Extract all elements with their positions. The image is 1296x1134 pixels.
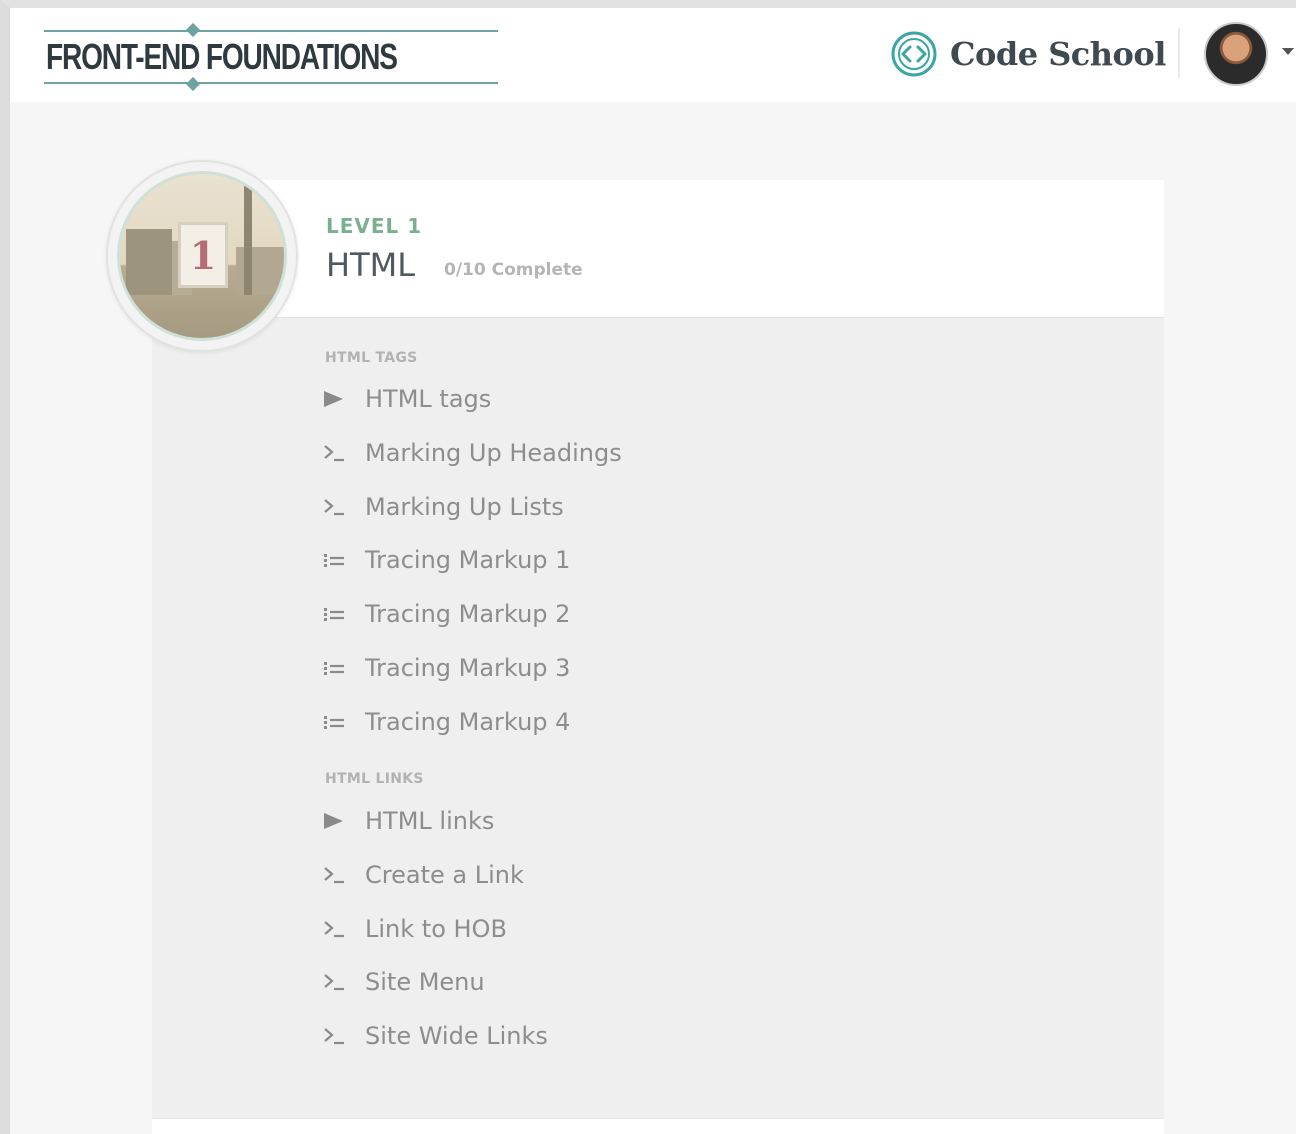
lesson-label: Create a Link <box>365 861 524 889</box>
level-badge-image: 1 <box>117 171 287 341</box>
lesson-item[interactable]: Create a Link <box>322 857 922 893</box>
code-school-logo-text: Code School <box>950 35 1166 73</box>
play-icon <box>322 806 352 836</box>
level-badge: 1 <box>106 160 298 352</box>
lesson-label: Tracing Markup 4 <box>365 708 571 736</box>
level-progress: 0/10 Complete <box>444 260 583 280</box>
lesson-item[interactable]: Site Menu <box>322 964 922 1000</box>
lesson-item[interactable]: Link to HOB <box>322 911 922 947</box>
lesson-label: Tracing Markup 1 <box>365 546 571 574</box>
code-school-logo[interactable]: Code School <box>890 30 1166 78</box>
logo-diamond-icon <box>185 22 201 38</box>
lesson-label: Tracing Markup 2 <box>365 600 571 628</box>
lesson-item[interactable]: Marking Up Headings <box>322 435 922 471</box>
lesson-item[interactable]: HTML links <box>322 803 922 839</box>
lesson-label: HTML tags <box>365 385 492 413</box>
lesson-item[interactable]: HTML tags <box>322 381 922 417</box>
lesson-label: Marking Up Headings <box>365 439 622 467</box>
course-logo-text: FRONT-END FOUNDATIONS <box>46 36 398 77</box>
terminal-icon <box>322 860 352 890</box>
lesson-label: Tracing Markup 3 <box>365 654 571 682</box>
course-logo[interactable]: FRONT-END FOUNDATIONS <box>44 22 498 92</box>
chevron-down-icon[interactable] <box>1282 48 1294 55</box>
section-title-html-links: HTML LINKS <box>325 771 424 787</box>
site-header: FRONT-END FOUNDATIONS Code School <box>10 8 1296 102</box>
lesson-item[interactable]: Tracing Markup 1 <box>322 542 922 578</box>
level-number: 1 <box>189 232 217 278</box>
logo-diamond-icon <box>185 76 201 92</box>
terminal-icon <box>322 1021 352 1051</box>
lesson-item[interactable]: Site Wide Links <box>322 1018 922 1054</box>
level-number-card: 1 <box>178 222 228 288</box>
level-title[interactable]: HTML <box>326 246 415 284</box>
list-icon <box>322 599 352 629</box>
level-label: LEVEL 1 <box>326 214 423 238</box>
lesson-item[interactable]: Tracing Markup 3 <box>322 650 922 686</box>
terminal-icon <box>322 492 352 522</box>
lesson-label: Link to HOB <box>365 915 507 943</box>
section-title-html-tags: HTML TAGS <box>325 350 418 366</box>
terminal-icon <box>322 914 352 944</box>
lesson-item[interactable]: Tracing Markup 4 <box>322 704 922 740</box>
terminal-icon <box>322 967 352 997</box>
lesson-label: Marking Up Lists <box>365 493 564 521</box>
user-avatar[interactable] <box>1204 22 1268 86</box>
code-school-icon <box>891 31 937 77</box>
lesson-label: Site Menu <box>365 968 485 996</box>
lesson-item[interactable]: Tracing Markup 2 <box>322 596 922 632</box>
level-header: LEVEL 1 HTML 0/10 Complete <box>152 180 1164 318</box>
list-icon <box>322 545 352 575</box>
lesson-item[interactable]: Marking Up Lists <box>322 489 922 525</box>
header-divider <box>1178 28 1180 78</box>
play-icon <box>322 384 352 414</box>
list-icon <box>322 707 352 737</box>
list-icon <box>322 653 352 683</box>
lesson-label: Site Wide Links <box>365 1022 548 1050</box>
next-level-card-edge <box>152 1118 1164 1134</box>
terminal-icon <box>322 438 352 468</box>
lesson-label: HTML links <box>365 807 495 835</box>
